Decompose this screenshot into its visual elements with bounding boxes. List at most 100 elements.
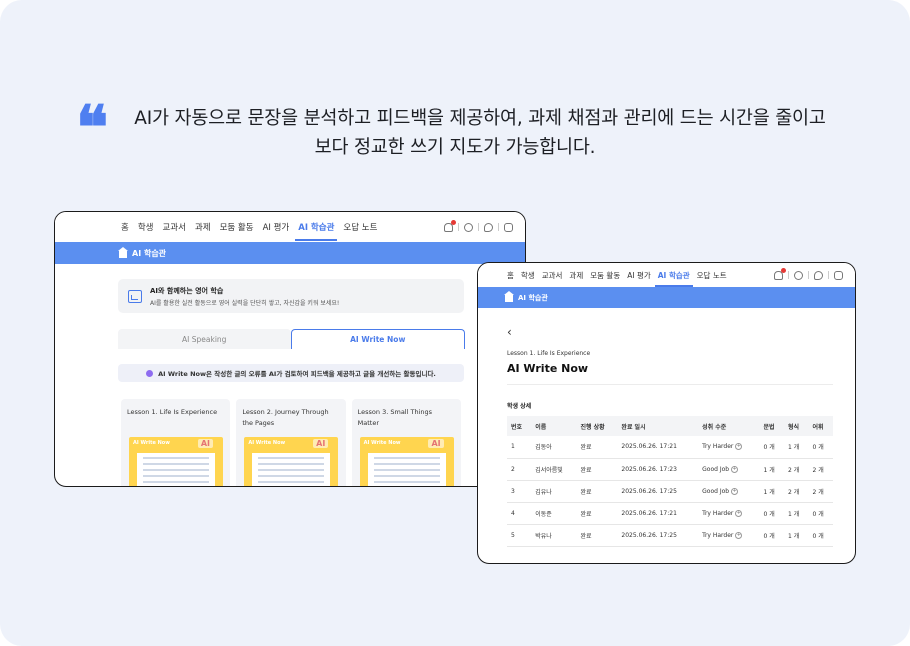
cell-form: 1 개 xyxy=(783,436,809,459)
gear-icon[interactable] xyxy=(794,270,803,280)
cell-number: 4 xyxy=(507,502,532,525)
nav-item-textbook[interactable]: 교과서 xyxy=(162,221,185,233)
level-text: Try Harder xyxy=(702,443,734,451)
nav-icons xyxy=(444,212,513,242)
nav-item-ai-eval[interactable]: AI 평가 xyxy=(627,270,651,281)
divider xyxy=(788,271,789,279)
cell-grammar: 0 개 xyxy=(759,502,784,525)
cell-name: 김동아 xyxy=(531,436,577,459)
ai-learning-window: 홈 학생 교과서 과제 모둠 활동 AI 평가 AI 학습관 오답 노트 AI … xyxy=(54,211,526,487)
thumb-brand: AI Write Now xyxy=(363,440,401,446)
info-title: AI와 함께하는 영어 학습 xyxy=(150,286,224,295)
col-number: 번호 xyxy=(511,423,523,431)
worksheet-preview xyxy=(367,453,446,486)
col-vocab: 어휘 xyxy=(812,423,824,431)
plus-icon[interactable]: + xyxy=(731,487,739,495)
bell-icon[interactable] xyxy=(774,267,786,280)
divider xyxy=(507,384,833,385)
plus-icon[interactable]: + xyxy=(735,443,743,451)
lesson-thumbnail: AI Write Now AI xyxy=(129,437,223,486)
cell-status: 완료 xyxy=(576,524,618,547)
nav-item-wrong-notes[interactable]: 오답 노트 xyxy=(343,221,377,233)
student-table: 번호 이름 진행 상황 완료 일시 성취 수준 문법 형식 어휘 1 김동아 완… xyxy=(507,416,833,547)
plus-icon[interactable]: + xyxy=(735,531,743,539)
plus-icon[interactable]: + xyxy=(731,465,739,473)
table-row[interactable]: 1 김동아 완료 2025.06.26. 17:21 Try Harder + 0… xyxy=(507,436,833,459)
cell-name: 김유나 xyxy=(531,480,577,503)
ai-robot-icon: AI xyxy=(313,439,329,448)
bell-icon[interactable] xyxy=(444,219,456,232)
table-row[interactable]: 3 김유나 완료 2025.06.26. 17:25 Good Job + 1 개… xyxy=(507,480,833,503)
nav-item-textbook[interactable]: 교과서 xyxy=(542,270,563,281)
plus-icon[interactable]: + xyxy=(735,509,743,517)
cell-form: 1 개 xyxy=(783,502,809,525)
cell-number: 5 xyxy=(507,524,532,547)
quote-line-1: AI가 자동으로 문장을 분석하고 피드백을 제공하여, 과제 채점과 관리에 … xyxy=(134,108,826,129)
lesson-card[interactable]: Lesson 2. Journey Through the Pages AI W… xyxy=(236,399,346,486)
tab-ai-write-now[interactable]: AI Write Now xyxy=(290,329,465,349)
cell-grammar: 1 개 xyxy=(759,480,784,503)
nav-item-ai-learning[interactable]: AI 학습관 xyxy=(654,270,693,287)
nav-item-home[interactable]: 홈 xyxy=(121,221,129,233)
col-date: 완료 일시 xyxy=(621,423,646,431)
top-nav: 홈 학생 교과서 과제 모둠 활동 AI 평가 AI 학습관 오답 노트 xyxy=(478,263,855,287)
ai-robot-icon: AI xyxy=(197,439,213,448)
nav-item-ai-eval[interactable]: AI 평가 xyxy=(263,221,290,233)
cell-date: 2025.06.26. 17:21 xyxy=(617,502,699,525)
cell-vocab: 0 개 xyxy=(808,524,833,547)
nav-item-group[interactable]: 모둠 활동 xyxy=(220,221,254,233)
home-icon xyxy=(504,291,514,302)
table-row[interactable]: 4 이동준 완료 2025.06.26. 17:21 Try Harder + 0… xyxy=(507,502,833,525)
cell-vocab: 0 개 xyxy=(808,502,833,525)
quote-line-2: 보다 정교한 쓰기 지도가 가능합니다. xyxy=(314,137,596,158)
section-title: AI 학습관 xyxy=(518,293,548,302)
nav-item-assignments[interactable]: 과제 xyxy=(569,270,583,281)
home-icon xyxy=(118,246,128,258)
level-text: Good Job xyxy=(702,465,730,473)
nav-item-wrong-notes[interactable]: 오답 노트 xyxy=(697,270,727,281)
level-text: Try Harder xyxy=(702,531,734,539)
document-icon[interactable] xyxy=(834,270,843,280)
lesson-breadcrumb: Lesson 1. Life Is Experience xyxy=(507,350,591,357)
page-title: AI Write Now xyxy=(507,362,589,375)
section-bar: AI 학습관 xyxy=(55,242,525,264)
cell-number: 1 xyxy=(507,436,532,459)
back-arrow-icon[interactable]: ‹ xyxy=(507,325,512,339)
nav-item-ai-learning[interactable]: AI 학습관 xyxy=(295,221,338,241)
info-description: AI를 활용한 실전 활동으로 영어 실력을 단단히 쌓고, 자신감을 키워 보… xyxy=(150,299,340,307)
cell-date: 2025.06.26. 17:25 xyxy=(617,480,699,503)
presentation-board-icon xyxy=(128,289,142,303)
lesson-card[interactable]: Lesson 1. Life Is Experience AI Write No… xyxy=(121,399,231,486)
chat-icon[interactable] xyxy=(484,222,493,232)
table-row[interactable]: 5 박유나 완료 2025.06.26. 17:25 Try Harder + 0… xyxy=(507,524,833,547)
level-text: Try Harder xyxy=(702,509,734,517)
lesson-title: Lesson 3. Small Things Matter xyxy=(357,408,433,427)
tab-bar: AI Speaking AI Write Now xyxy=(118,329,465,349)
cell-vocab: 0 개 xyxy=(808,436,833,459)
cell-name: 김서아름빛 xyxy=(531,458,577,481)
divider xyxy=(458,223,459,231)
divider xyxy=(808,271,809,279)
ai-robot-icon: AI xyxy=(428,439,444,448)
page-background: ❝ AI가 자동으로 문장을 분석하고 피드백을 제공하여, 과제 채점과 관리… xyxy=(0,0,910,646)
cell-level: Try Harder + xyxy=(698,436,760,459)
table-row[interactable]: 2 김서아름빛 완료 2025.06.26. 17:23 Good Job + 1… xyxy=(507,458,833,481)
info-card: AI와 함께하는 영어 학습 AI를 활용한 실전 활동으로 영어 실력을 단단… xyxy=(118,279,464,313)
nav-item-students[interactable]: 학생 xyxy=(138,221,154,233)
nav-item-students[interactable]: 학생 xyxy=(521,270,535,281)
tab-ai-speaking[interactable]: AI Speaking xyxy=(118,329,291,349)
cell-grammar: 0 개 xyxy=(759,524,784,547)
chat-icon[interactable] xyxy=(814,270,823,280)
nav-item-assignments[interactable]: 과제 xyxy=(195,221,211,233)
divider xyxy=(498,223,499,231)
thumb-brand: AI Write Now xyxy=(248,440,286,446)
gear-icon[interactable] xyxy=(464,222,473,232)
nav-item-group[interactable]: 모둠 활동 xyxy=(590,270,620,281)
document-icon[interactable] xyxy=(504,222,513,232)
lesson-thumbnail: AI Write Now AI xyxy=(244,437,339,486)
lesson-title: Lesson 2. Journey Through the Pages xyxy=(242,408,329,427)
cell-vocab: 2 개 xyxy=(808,458,833,481)
lesson-card[interactable]: Lesson 3. Small Things Matter AI Write N… xyxy=(351,399,461,486)
nav-item-home[interactable]: 홈 xyxy=(507,270,514,281)
cell-status: 완료 xyxy=(576,502,618,525)
